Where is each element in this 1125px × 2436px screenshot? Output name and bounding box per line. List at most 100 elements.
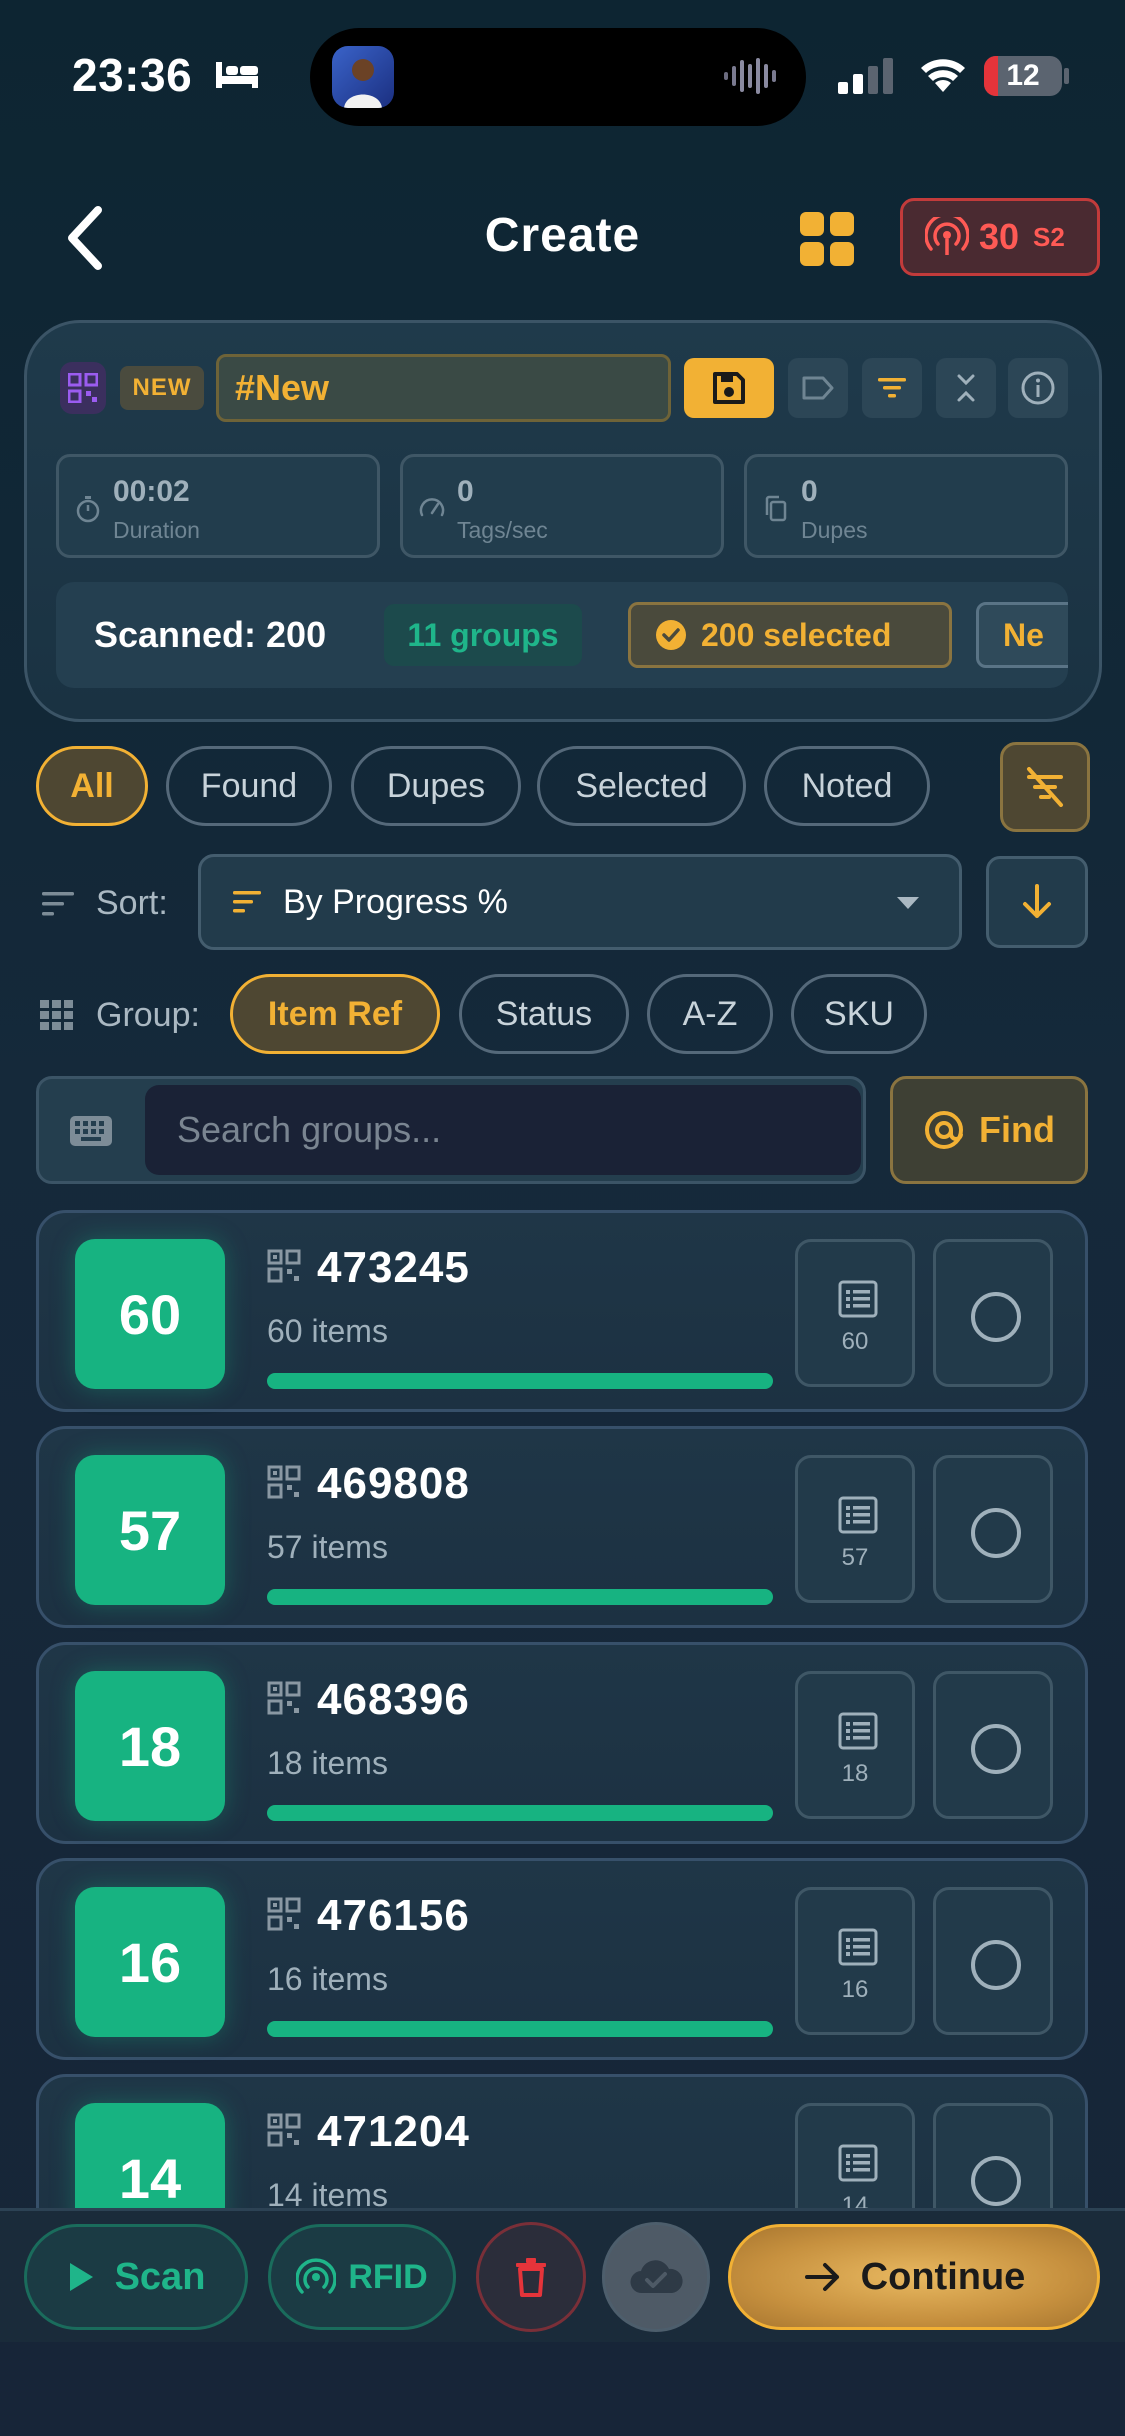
group-item-count: 57 items [267, 1529, 388, 1565]
group-count-badge: 60 [75, 1239, 225, 1389]
group-progress-bar [267, 1805, 773, 1821]
sort-dropdown[interactable]: By Progress % [198, 854, 962, 950]
filter-chip-found[interactable]: Found [166, 746, 332, 826]
selected-chip[interactable]: 200 selected [628, 602, 952, 668]
clear-filter-button[interactable] [1000, 742, 1090, 832]
view-list-button[interactable]: 57 [795, 1455, 915, 1603]
find-button[interactable]: Find [890, 1076, 1088, 1184]
copy-icon [765, 495, 787, 522]
noted-chip[interactable]: Ne [976, 602, 1068, 668]
scanned-count: Scanned: 200 [94, 614, 327, 655]
filter-button[interactable] [862, 358, 922, 418]
rfid-icon [296, 2258, 337, 2294]
group-ref: 468396 [317, 1675, 470, 1724]
sort-direction-button[interactable] [986, 856, 1088, 948]
group-item-count: 16 items [267, 1961, 388, 1997]
info-icon [1021, 371, 1055, 405]
avatar [332, 46, 394, 108]
info-button[interactable] [1008, 358, 1068, 418]
stopwatch-icon [76, 496, 100, 523]
view-list-button[interactable]: 60 [795, 1239, 915, 1387]
group-progress-bar [267, 2021, 773, 2037]
list-icon [838, 1928, 878, 1966]
rfid-antenna-icon [925, 217, 969, 255]
select-toggle[interactable] [933, 1887, 1053, 2035]
list-icon [838, 2144, 878, 2182]
cloud-sync-button[interactable] [602, 2222, 710, 2332]
grid-icon [40, 1000, 73, 1030]
list-icon [838, 1280, 878, 1318]
collapse-icon [957, 374, 975, 402]
radio-circle-icon [971, 1724, 1021, 1774]
audio-wave-icon [724, 58, 776, 94]
filter-off-icon [1027, 767, 1063, 807]
group-card[interactable]: 16 476156 16 items 16 [36, 1858, 1088, 2060]
list-count: 18 [841, 1760, 869, 1787]
select-toggle[interactable] [933, 1455, 1053, 1603]
scan-summary: Scanned: 200 11 groups 200 selected Ne [56, 582, 1068, 688]
select-toggle[interactable] [933, 1671, 1053, 1819]
view-list-button[interactable]: 16 [795, 1887, 915, 2035]
home-indicator-area [0, 2342, 1125, 2436]
sort-label: Sort: [96, 884, 168, 922]
delete-button[interactable] [476, 2222, 586, 2332]
qr-code-icon [267, 1465, 301, 1499]
session-name-input[interactable] [216, 354, 671, 422]
group-chip-status[interactable]: Status [459, 974, 629, 1054]
list-count: 60 [841, 1328, 869, 1355]
check-circle-icon [656, 620, 686, 650]
grid-view-button[interactable] [800, 212, 854, 266]
keyboard-icon[interactable] [69, 1115, 113, 1147]
speedometer-icon [419, 498, 445, 517]
trash-icon [516, 2258, 546, 2297]
battery-indicator: 12 [984, 56, 1062, 96]
view-list-button[interactable]: 18 [795, 1671, 915, 1819]
qr-code-icon [267, 1681, 301, 1715]
radio-circle-icon [971, 1508, 1021, 1558]
cloud-check-icon [630, 2260, 683, 2294]
rfid-status-badge[interactable]: 30 S2 [900, 198, 1100, 276]
filter-chip-selected[interactable]: Selected [537, 746, 746, 826]
group-item-count: 18 items [267, 1745, 388, 1781]
tag-button[interactable] [788, 358, 848, 418]
group-chip-a-z[interactable]: A-Z [647, 974, 773, 1054]
group-progress-bar [267, 1373, 773, 1389]
group-chip-sku[interactable]: SKU [791, 974, 927, 1054]
battery-tip [1064, 68, 1069, 84]
search-input[interactable] [145, 1085, 861, 1175]
filter-chip-noted[interactable]: Noted [764, 746, 930, 826]
rfid-button[interactable]: RFID [268, 2224, 456, 2330]
arrow-right-icon [804, 2263, 839, 2291]
save-button[interactable] [684, 358, 774, 418]
filter-chip-dupes[interactable]: Dupes [351, 746, 521, 826]
save-icon [713, 372, 745, 404]
radio-circle-icon [971, 1940, 1021, 1990]
filter-chip-all[interactable]: All [36, 746, 148, 826]
collapse-button[interactable] [936, 358, 996, 418]
group-card[interactable]: 57 469808 57 items 57 [36, 1426, 1088, 1628]
groups-chip[interactable]: 11 groups [384, 604, 582, 666]
arrow-down-icon [1023, 884, 1051, 918]
group-item-count: 60 items [267, 1313, 388, 1349]
select-toggle[interactable] [933, 1239, 1053, 1387]
stat-dupes: 0 Dupes [744, 454, 1068, 558]
list-icon [838, 1496, 878, 1534]
play-icon [69, 2263, 93, 2291]
rfid-session: S2 [1033, 221, 1065, 252]
group-chip-item-ref[interactable]: Item Ref [230, 974, 440, 1054]
list-count: 57 [841, 1544, 869, 1571]
qr-code-icon[interactable] [60, 362, 106, 414]
group-card[interactable]: 18 468396 18 items 18 [36, 1642, 1088, 1844]
group-count-badge: 57 [75, 1455, 225, 1605]
group-count-badge: 18 [75, 1671, 225, 1821]
sort-value: By Progress % [283, 882, 508, 921]
radio-circle-icon [971, 2156, 1021, 2206]
group-count-badge: 16 [75, 1887, 225, 2037]
group-ref: 471204 [317, 2107, 470, 2156]
continue-button[interactable]: Continue [728, 2224, 1100, 2330]
new-badge: NEW [120, 366, 204, 410]
bed-icon [216, 62, 258, 88]
group-card[interactable]: 60 473245 60 items 60 [36, 1210, 1088, 1412]
scan-button[interactable]: Scan [24, 2224, 248, 2330]
qr-code-icon [267, 2113, 301, 2147]
